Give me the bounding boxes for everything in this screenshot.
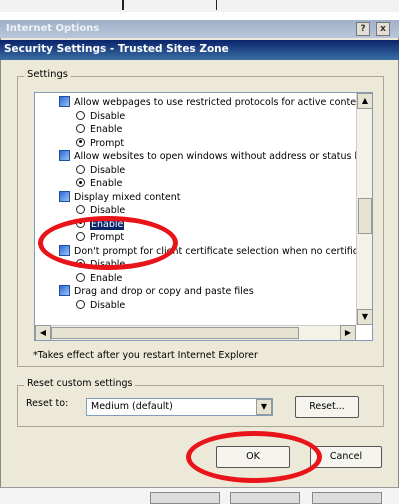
settings-item-label: Drag and drop or copy and paste files — [74, 286, 254, 297]
scroll-up-button[interactable]: ▲ — [357, 93, 372, 109]
settings-category-icon — [59, 190, 70, 202]
settings-category-icon — [59, 96, 70, 107]
settings-radio-option[interactable]: Enable — [76, 272, 122, 285]
settings-item-label: Enable — [90, 178, 123, 189]
radio-button-icon[interactable] — [76, 164, 85, 174]
scroll-left-button[interactable]: ◀ — [35, 325, 51, 340]
close-button[interactable]: x — [376, 22, 390, 36]
vertical-scroll-thumb[interactable] — [358, 198, 372, 234]
scroll-right-button[interactable]: ▶ — [340, 325, 356, 340]
radio-button-icon[interactable] — [76, 124, 85, 133]
background-divider — [122, 0, 124, 10]
settings-radio-option[interactable]: Enable — [76, 177, 122, 190]
annotation-circle-ok — [186, 431, 322, 483]
settings-radio-option[interactable]: Disable — [76, 164, 125, 177]
settings-item-label: Enable — [90, 124, 123, 135]
underlying-button — [150, 492, 220, 504]
settings-item-label: Disable — [90, 299, 126, 311]
underlying-button — [312, 492, 382, 504]
settings-item-label: Disable — [90, 205, 126, 216]
radio-button-icon[interactable] — [76, 110, 85, 120]
settings-category[interactable]: Drag and drop or copy and paste files — [59, 285, 254, 298]
horizontal-scrollbar[interactable]: ◀ ▶ — [35, 325, 356, 340]
settings-radio-option[interactable]: Disable — [76, 204, 125, 217]
settings-radio-option[interactable]: Prompt — [76, 137, 124, 150]
restart-note: *Takes effect after you restart Internet… — [33, 350, 258, 361]
radio-button-icon[interactable] — [76, 205, 85, 214]
radio-button-icon[interactable] — [76, 272, 85, 282]
radio-button-icon[interactable] — [76, 137, 85, 147]
settings-group-label: Settings — [24, 69, 72, 80]
settings-item-label: Enable — [90, 272, 123, 284]
vertical-scrollbar[interactable]: ▲ ▼ — [356, 93, 372, 325]
background-divider — [216, 0, 217, 10]
settings-item-label: Disable — [90, 110, 126, 122]
underlying-button — [230, 492, 300, 504]
settings-category-icon — [59, 285, 70, 296]
settings-item-label: Display mixed content — [74, 191, 181, 203]
settings-category[interactable]: Display mixed content — [59, 190, 181, 204]
radio-button-icon[interactable] — [76, 299, 85, 309]
reset-group-label: Reset custom settings — [24, 378, 136, 389]
settings-category[interactable]: Allow websites to open windows without a… — [59, 150, 356, 163]
settings-item-label: Prompt — [90, 137, 125, 149]
help-button[interactable]: ? — [356, 22, 370, 36]
settings-radio-option[interactable]: Disable — [76, 110, 125, 123]
annotation-circle-enable — [38, 216, 178, 270]
settings-item-label: Allow websites to open windows without a… — [74, 151, 356, 162]
settings-category-icon — [59, 150, 70, 161]
settings-category[interactable]: Allow webpages to use restricted protoco… — [59, 96, 356, 109]
scroll-down-button[interactable]: ▼ — [357, 309, 372, 325]
dialog-title: Security Settings - Trusted Sites Zone — [0, 40, 399, 60]
settings-radio-option[interactable]: Enable — [76, 123, 122, 136]
settings-list-content: Allow webpages to use restricted protoco… — [35, 93, 356, 325]
reset-level-select[interactable]: Medium (default) — [86, 398, 273, 416]
settings-item-label: Allow webpages to use restricted protoco… — [74, 97, 356, 108]
radio-button-icon[interactable] — [76, 178, 85, 187]
settings-item-label: Disable — [90, 164, 126, 176]
reset-to-label: Reset to: — [26, 398, 69, 409]
background-window-edge — [0, 0, 399, 12]
chevron-down-icon[interactable]: ▼ — [256, 399, 272, 415]
reset-button[interactable]: Reset... — [295, 396, 359, 418]
parent-window-title: Internet Options — [0, 20, 399, 38]
horizontal-scroll-thumb[interactable] — [51, 327, 299, 339]
settings-radio-option[interactable]: Disable — [76, 299, 125, 312]
